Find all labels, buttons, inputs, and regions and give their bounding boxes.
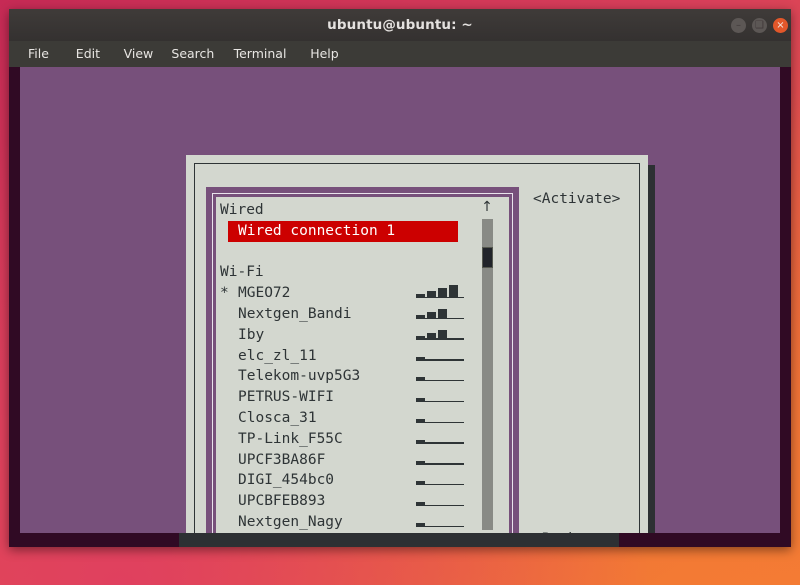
signal-bar [438, 288, 447, 298]
signal-bar [416, 377, 425, 381]
signal-bar [416, 461, 425, 465]
window-titlebar[interactable]: ubuntu@ubuntu: ~ – ❑ × [9, 9, 791, 42]
list-item[interactable]: Nextgen_Bandi [216, 304, 509, 325]
menu-item-view[interactable]: View [119, 41, 159, 67]
terminal-screen[interactable]: WiredWired connection 1 Wi-FiMGEO72 * Nextg… [20, 67, 780, 533]
maximize-button[interactable]: ❑ [752, 18, 767, 33]
list-spacer [216, 242, 509, 263]
connection-list[interactable]: WiredWired connection 1 Wi-FiMGEO72 * Nextg… [216, 197, 509, 533]
signal-strength-icon [416, 328, 468, 343]
close-button[interactable]: × [773, 18, 788, 33]
list-item[interactable]: DIGI_454bc0 [216, 470, 509, 491]
menu-item-help[interactable]: Help [305, 41, 344, 67]
signal-strength-icon [416, 515, 468, 530]
close-icon: × [773, 18, 788, 33]
list-item-label: Wired connection 1 [238, 221, 395, 242]
list-item-label: Nextgen_Nagy [238, 512, 343, 533]
signal-bar [416, 315, 425, 319]
signal-bar [438, 330, 447, 340]
list-item-label: TP-Link_F55C [238, 429, 343, 450]
signal-strength-icon [416, 432, 468, 447]
list-item-label: DIGI_454bc0 [238, 470, 334, 491]
list-item[interactable]: Iby [216, 325, 509, 346]
signal-strength-icon [416, 453, 468, 468]
signal-strength-icon [416, 369, 468, 384]
minimize-icon: – [731, 18, 746, 33]
list-item[interactable]: Wired connection 1 [228, 221, 458, 242]
signal-bar [416, 336, 425, 340]
signal-bar [416, 502, 425, 506]
window-title: ubuntu@ubuntu: ~ [9, 9, 791, 41]
scroll-up-arrow-icon[interactable]: ↑ [478, 197, 496, 218]
signal-strength-icon [416, 390, 468, 405]
signal-bar [427, 291, 436, 298]
signal-bar [449, 285, 458, 298]
signal-strength-icon [416, 411, 468, 426]
signal-bar [416, 357, 425, 361]
signal-bar [416, 419, 425, 423]
signal-bar [416, 523, 425, 527]
list-item[interactable]: TP-Link_F55C [216, 429, 509, 450]
terminal-window: ubuntu@ubuntu: ~ – ❑ × File Edit View Searc… [9, 9, 791, 547]
signal-bar [427, 312, 436, 319]
list-item-label: Nextgen_Bandi [238, 304, 352, 325]
list-group-heading: Wi-Fi [216, 262, 509, 283]
list-item-label: UPCBFEB893 [238, 491, 325, 512]
list-item-label: Wi-Fi [220, 262, 264, 283]
signal-bar [416, 294, 425, 298]
menu-item-file[interactable]: File [23, 41, 54, 67]
nmtui-dialog: WiredWired connection 1 Wi-FiMGEO72 * Nextg… [186, 155, 648, 533]
list-item-label: Iby [238, 325, 264, 346]
signal-strength-icon [416, 349, 468, 364]
list-item[interactable]: MGEO72 * [216, 283, 509, 304]
signal-bar [427, 333, 436, 340]
menu-item-search[interactable]: Search [166, 41, 219, 67]
list-item[interactable]: Telekom-uvp5G3 [216, 366, 509, 387]
list-item-label: PETRUS-WIFI [238, 387, 334, 408]
list-item-label: MGEO72 [238, 283, 290, 304]
list-item-label: Telekom-uvp5G3 [238, 366, 360, 387]
list-item[interactable]: Nextgen_Nagy [216, 512, 509, 533]
active-connection-marker-icon: * [220, 283, 229, 304]
list-item-label: Wired [220, 200, 264, 221]
minimize-button[interactable]: – [731, 18, 746, 33]
signal-bar [438, 309, 447, 319]
signal-bar [416, 398, 425, 402]
list-item-label: Closca_31 [238, 408, 317, 429]
signal-bar [416, 440, 425, 444]
list-item[interactable]: UPCBFEB893 [216, 491, 509, 512]
signal-strength-icon [416, 286, 468, 301]
signal-strength-icon [416, 473, 468, 488]
menu-item-terminal[interactable]: Terminal [229, 41, 292, 67]
list-group-heading: Wired [216, 200, 509, 221]
signal-bar [416, 481, 425, 485]
list-scrollbar[interactable]: ↑ ↓ [478, 197, 496, 533]
list-item[interactable]: elc_zl_11 [216, 346, 509, 367]
list-item-label: elc_zl_11 [238, 346, 317, 367]
list-item-label: UPCF3BA86F [238, 450, 325, 471]
signal-strength-icon [416, 494, 468, 509]
list-item[interactable]: UPCF3BA86F [216, 450, 509, 471]
connection-listbox-frame: WiredWired connection 1 Wi-FiMGEO72 * Nextg… [206, 187, 519, 533]
menubar: File Edit View Search Terminal Help [9, 41, 791, 67]
scrollbar-thumb[interactable] [482, 247, 493, 268]
list-item[interactable]: Closca_31 [216, 408, 509, 429]
menu-item-edit[interactable]: Edit [71, 41, 105, 67]
signal-strength-icon [416, 307, 468, 322]
terminal-bottom-strip [179, 533, 619, 547]
list-item[interactable]: PETRUS-WIFI [216, 387, 509, 408]
maximize-icon: ❑ [752, 18, 767, 33]
activate-button[interactable]: <Activate> [533, 189, 620, 210]
